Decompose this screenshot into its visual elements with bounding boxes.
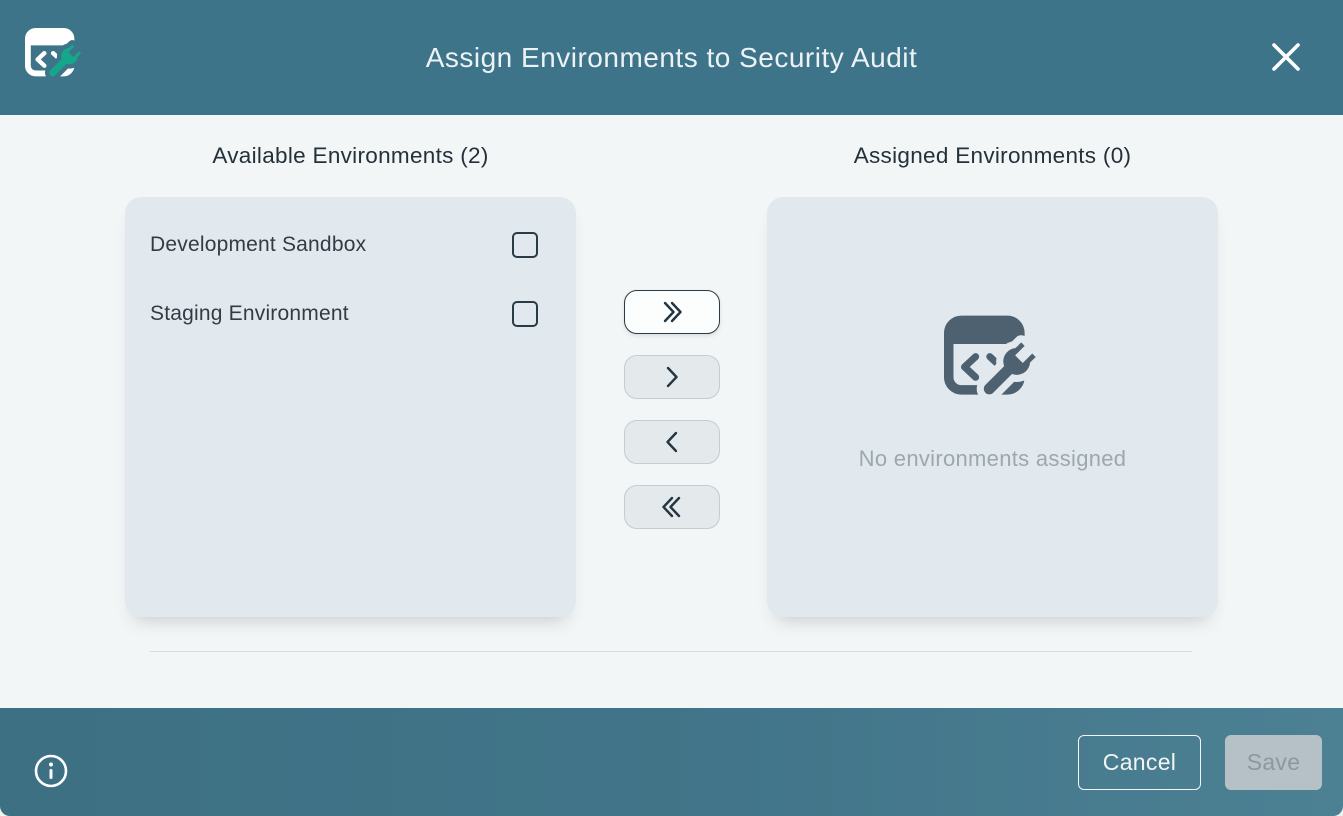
move-all-left-button[interactable]: [624, 485, 720, 529]
environment-label: Development Sandbox: [150, 233, 366, 257]
double-chevron-left-icon: [657, 495, 687, 519]
chevron-right-icon: [660, 365, 684, 389]
available-environments-panel: Development Sandbox Staging Environment: [125, 197, 576, 617]
move-right-button[interactable]: [624, 355, 720, 399]
environment-checkbox[interactable]: [512, 301, 538, 327]
transfer-button-column: [624, 290, 720, 529]
chevron-left-icon: [660, 430, 684, 454]
info-icon: [33, 753, 69, 789]
info-button[interactable]: [33, 753, 69, 789]
environment-checkbox[interactable]: [512, 232, 538, 258]
move-left-button[interactable]: [624, 420, 720, 464]
dialog-footer: Cancel Save: [0, 708, 1343, 816]
empty-state-text: No environments assigned: [859, 446, 1127, 472]
assign-environments-dialog: Assign Environments to Security Audit Av…: [0, 0, 1343, 816]
assigned-panel-title: Assigned Environments (0): [767, 143, 1218, 169]
move-all-right-button[interactable]: [624, 290, 720, 334]
available-panel-title: Available Environments (2): [125, 143, 576, 169]
dialog-header: Assign Environments to Security Audit: [0, 0, 1343, 115]
list-item[interactable]: Staging Environment: [125, 292, 576, 336]
double-chevron-right-icon: [657, 300, 687, 324]
empty-state: No environments assigned: [767, 197, 1218, 617]
save-button[interactable]: Save: [1225, 735, 1322, 790]
available-environments-list: Development Sandbox Staging Environment: [125, 197, 576, 336]
cancel-button[interactable]: Cancel: [1078, 735, 1201, 790]
list-item[interactable]: Development Sandbox: [125, 223, 576, 267]
assigned-environments-panel: No environments assigned: [767, 197, 1218, 617]
close-icon: [1268, 39, 1304, 75]
footer-divider: [150, 651, 1192, 652]
dialog-title: Assign Environments to Security Audit: [0, 0, 1343, 115]
code-window-wrench-icon: [941, 314, 1045, 412]
environment-label: Staging Environment: [150, 302, 349, 326]
close-button[interactable]: [1265, 36, 1307, 78]
